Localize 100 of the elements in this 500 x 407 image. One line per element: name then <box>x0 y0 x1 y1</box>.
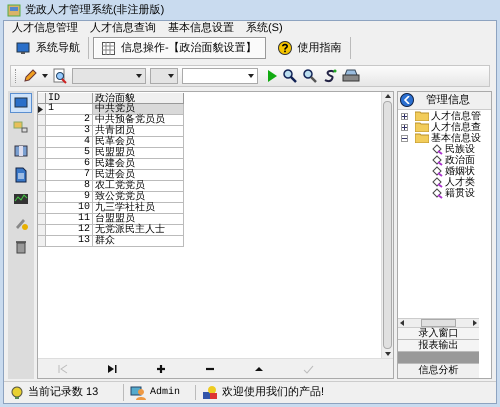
table-cell: 11 <box>46 214 93 225</box>
tree-item[interactable]: 人才类 <box>398 176 491 188</box>
caret-icon <box>42 74 48 78</box>
vertical-scrollbar[interactable] <box>381 92 393 358</box>
panel-button[interactable]: 报表输出 <box>398 340 479 352</box>
pencil-icon <box>22 68 38 84</box>
table-cell: 共青团员 <box>93 126 184 137</box>
column-header[interactable]: ID <box>46 93 93 104</box>
menu-item[interactable]: 人才信息查询 <box>90 22 156 34</box>
user-name: Admin <box>150 386 180 400</box>
play-icon <box>266 69 278 83</box>
scroll-thumb[interactable] <box>383 101 392 349</box>
table-cell: 民进会员 <box>93 170 184 181</box>
scroll-thumb[interactable] <box>421 319 456 327</box>
table-cell: 农工党党员 <box>93 181 184 192</box>
folder-network-icon <box>13 119 29 135</box>
table-cell: 群众 <box>93 236 184 247</box>
expand-icon[interactable] <box>401 112 408 120</box>
horizontal-scrollbar[interactable] <box>398 318 479 328</box>
table-cell: 3 <box>46 126 93 137</box>
arrow-right-icon[interactable] <box>473 320 477 326</box>
combo-box[interactable] <box>150 68 178 84</box>
row-header[interactable] <box>38 104 46 115</box>
table-cell: 12 <box>46 225 93 236</box>
plus-icon <box>402 124 407 130</box>
chart-icon <box>13 191 29 207</box>
diamond-icon <box>432 166 443 176</box>
table-icon <box>102 42 115 54</box>
chevron-left-icon <box>404 96 410 104</box>
search-document-icon <box>52 68 68 84</box>
user-icon <box>130 386 146 400</box>
diamond-icon <box>432 154 443 166</box>
table-cell: 中共党员 <box>93 104 184 115</box>
tab[interactable]: 系统导航 <box>8 37 89 59</box>
arrow-down-icon[interactable] <box>384 352 390 356</box>
table-cell: 民革会员 <box>93 137 184 148</box>
script-icon <box>322 68 338 84</box>
arrow-left-icon[interactable] <box>400 320 404 326</box>
tree-item[interactable]: 基本信息设 <box>398 132 491 144</box>
tree-item[interactable]: 民族设 <box>398 144 491 154</box>
table-cell: 2 <box>46 115 93 126</box>
caret-icon <box>136 74 142 78</box>
table-cell: 9 <box>46 192 93 203</box>
table-cell: 台盟盟员 <box>93 214 184 225</box>
tab[interactable]: 使用指南 <box>270 37 351 59</box>
table-cell: 10 <box>46 203 93 214</box>
folder-icon <box>415 133 429 143</box>
grip-handle[interactable] <box>15 69 18 83</box>
back-button[interactable] <box>400 93 414 108</box>
bulb-icon <box>10 386 24 400</box>
app-icon <box>7 3 21 17</box>
table-cell: 无党派民主人士 <box>93 225 184 236</box>
corner-cell <box>38 93 46 104</box>
menu-item[interactable]: 系统(S) <box>246 22 283 34</box>
table-cell: 民盟盟员 <box>93 148 184 159</box>
shapes-icon <box>202 385 218 400</box>
table-cell: 7 <box>46 170 93 181</box>
table-cell: 5 <box>46 148 93 159</box>
plus-icon <box>402 114 407 118</box>
zoom-in-icon <box>282 68 298 84</box>
menu-item[interactable]: 人才信息管理 <box>12 22 78 34</box>
panel-icon <box>13 143 29 159</box>
status-message: 欢迎使用我们的产品! <box>222 384 324 400</box>
diamond-icon <box>432 188 443 198</box>
document-icon <box>13 167 29 183</box>
window-title: 党政人才管理系统(非注册版) <box>25 2 164 18</box>
panel-title: 管理信息 <box>426 93 470 108</box>
tree-item[interactable]: 人才信息管 <box>398 110 491 122</box>
panel-button[interactable] <box>398 352 479 364</box>
tab[interactable]: 信息操作-【政治面貌设置】 <box>93 37 266 59</box>
table-cell: 致公党党员 <box>93 192 184 203</box>
tree-item[interactable]: 婚姻状 <box>398 166 491 176</box>
arrow-up-icon[interactable] <box>384 94 390 98</box>
panel-button[interactable]: 录入窗口 <box>398 328 479 340</box>
minus-icon <box>402 136 407 140</box>
column-header[interactable]: 政治面貌 <box>93 93 184 104</box>
folder-icon <box>415 122 429 132</box>
tree-item[interactable]: 籍贯设 <box>398 188 491 198</box>
expand-icon[interactable] <box>401 124 408 130</box>
tree-item[interactable]: 人才信息查 <box>398 122 491 132</box>
menu-item[interactable]: 基本信息设置 <box>168 22 234 34</box>
collapse-icon[interactable] <box>401 134 408 142</box>
side-tool-button[interactable] <box>10 93 32 113</box>
table-cell: 6 <box>46 159 93 170</box>
printer-icon <box>342 68 360 84</box>
table-cell: 4 <box>46 137 93 148</box>
tree-item[interactable]: 政治面 <box>398 154 491 166</box>
table-cell: 8 <box>46 181 93 192</box>
last-record-button[interactable] <box>106 362 118 374</box>
diamond-icon <box>432 176 443 188</box>
table-cell: 九三学社社员 <box>93 203 184 214</box>
caret-icon <box>168 74 174 78</box>
table-cell: 中共预备党员员 <box>93 115 184 126</box>
add-record-button[interactable] <box>154 362 167 374</box>
table-cell: 13 <box>46 236 93 247</box>
analysis-button[interactable]: 信息分析 <box>398 364 479 378</box>
caret-icon <box>248 74 254 78</box>
diamond-icon <box>432 144 443 154</box>
trash-icon <box>13 239 29 255</box>
record-count: 当前记录数 13 <box>28 385 98 400</box>
